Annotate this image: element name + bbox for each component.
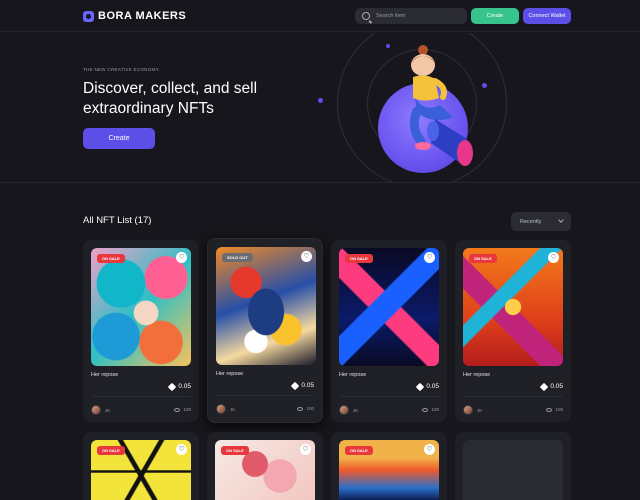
search-input[interactable] (376, 13, 456, 19)
heart-icon[interactable]: ♡ (300, 444, 311, 455)
nft-card[interactable]: ON SALE ♡ Her repose 0.05 JK 100 (331, 240, 447, 422)
status-badge: ON SALE (97, 446, 125, 455)
views-count: 100 (431, 407, 439, 412)
orbit-dot (318, 98, 323, 103)
card-divider (339, 396, 439, 397)
nft-name: Her repose (339, 372, 367, 378)
nft-card[interactable]: ON SALE ♡ (83, 432, 199, 500)
views-count: 100 (183, 407, 191, 412)
hero-eyebrow: THE NEW CREATIVE ECONOMY. (83, 67, 160, 72)
eye-icon (297, 406, 304, 411)
nft-card[interactable]: ON SALE ♡ (207, 432, 323, 500)
nft-list-title: All NFT List (17) (83, 215, 152, 226)
views: 100 (297, 406, 314, 411)
heart-icon[interactable]: ♡ (301, 251, 312, 262)
token-icon (416, 382, 425, 391)
nft-price-value: 0.05 (550, 383, 563, 390)
create-button[interactable]: Create (471, 8, 519, 24)
avatar (339, 405, 349, 415)
nft-price: 0.05 (540, 382, 563, 391)
status-badge: ON SALE (345, 446, 373, 455)
nft-artwork: ON SALE ♡ (463, 248, 563, 366)
eye-icon (174, 407, 181, 412)
status-badge: SOLD OUT (222, 253, 253, 262)
search-box[interactable] (355, 8, 467, 24)
nft-price: 0.05 (168, 382, 191, 391)
heart-icon[interactable]: ♡ (548, 252, 559, 263)
views-count: 100 (306, 406, 314, 411)
token-icon (291, 381, 300, 390)
status-badge: ON SALE (345, 254, 373, 263)
nft-artwork: ON SALE ♡ (91, 440, 191, 500)
brand-logo[interactable]: BORA MAKERS (83, 10, 186, 22)
eye-icon (422, 407, 429, 412)
nft-card[interactable]: ON SALE ♡ Her repose 0.05 JK 100 (83, 240, 199, 422)
brand-logo-icon (83, 10, 94, 22)
orbit-dot (482, 83, 487, 88)
nft-artwork: ON SALE ♡ (339, 440, 439, 500)
heart-icon[interactable]: ♡ (424, 252, 435, 263)
hero-title: Discover, collect, and sell extraordinar… (83, 80, 258, 117)
search-icon (362, 12, 370, 20)
nft-artwork: ON SALE ♡ (215, 440, 315, 500)
status-badge: ON SALE (469, 254, 497, 263)
views: 100 (174, 407, 191, 412)
hero-create-button[interactable]: Create (83, 128, 155, 149)
connect-wallet-button[interactable]: Connect Wallet (523, 8, 571, 24)
hero-character-illustration (409, 45, 473, 166)
nft-name: Her repose (216, 371, 244, 377)
sort-selected-value: Recently (520, 218, 542, 225)
views: 100 (422, 407, 439, 412)
heart-icon[interactable]: ♡ (176, 444, 187, 455)
views: 100 (546, 407, 563, 412)
nft-price: 0.05 (416, 382, 439, 391)
nft-card-placeholder[interactable] (455, 432, 571, 500)
card-divider (216, 395, 314, 396)
status-badge: ON SALE (97, 254, 125, 263)
hero-banner: THE NEW CREATIVE ECONOMY. Discover, coll… (0, 33, 640, 183)
owner-name: JK (353, 407, 359, 413)
owner[interactable]: JK (339, 405, 358, 415)
nft-card[interactable]: SOLD OUT ♡ Her repose 0.05 JK 100 (207, 238, 323, 423)
nft-price-value: 0.05 (426, 383, 439, 390)
nft-artwork-placeholder (463, 440, 563, 500)
sort-dropdown[interactable]: Recently (511, 212, 571, 231)
owner-name: JK (477, 407, 483, 413)
owner[interactable]: JK (216, 404, 235, 414)
avatar (216, 404, 226, 414)
card-divider (91, 396, 191, 397)
nft-artwork: ON SALE ♡ (91, 248, 191, 366)
views-count: 100 (555, 407, 563, 412)
token-icon (168, 382, 177, 391)
owner[interactable]: JK (463, 405, 482, 415)
brand-name: BORA MAKERS (98, 10, 187, 22)
card-divider (463, 396, 563, 397)
nft-price-value: 0.05 (301, 382, 314, 389)
nft-card[interactable]: ON SALE ♡ (331, 432, 447, 500)
owner-name: JK (105, 407, 111, 413)
nft-name: Her repose (463, 372, 491, 378)
orbit-dot (386, 44, 390, 48)
token-icon (540, 382, 549, 391)
avatar (91, 405, 101, 415)
heart-icon[interactable]: ♡ (424, 444, 435, 455)
chevron-down-icon (558, 217, 564, 223)
nft-price-value: 0.05 (178, 383, 191, 390)
heart-icon[interactable]: ♡ (176, 252, 187, 263)
nft-artwork: ON SALE ♡ (339, 248, 439, 366)
eye-icon (546, 407, 553, 412)
owner[interactable]: JK (91, 405, 110, 415)
nft-artwork: SOLD OUT ♡ (216, 247, 316, 365)
top-nav: BORA MAKERS Create Connect Wallet (0, 0, 640, 32)
owner-name: JK (230, 406, 236, 412)
status-badge: ON SALE (221, 446, 249, 455)
avatar (463, 405, 473, 415)
nft-price: 0.05 (291, 381, 314, 390)
nft-card[interactable]: ON SALE ♡ Her repose 0.05 JK 100 (455, 240, 571, 422)
nft-name: Her repose (91, 372, 119, 378)
